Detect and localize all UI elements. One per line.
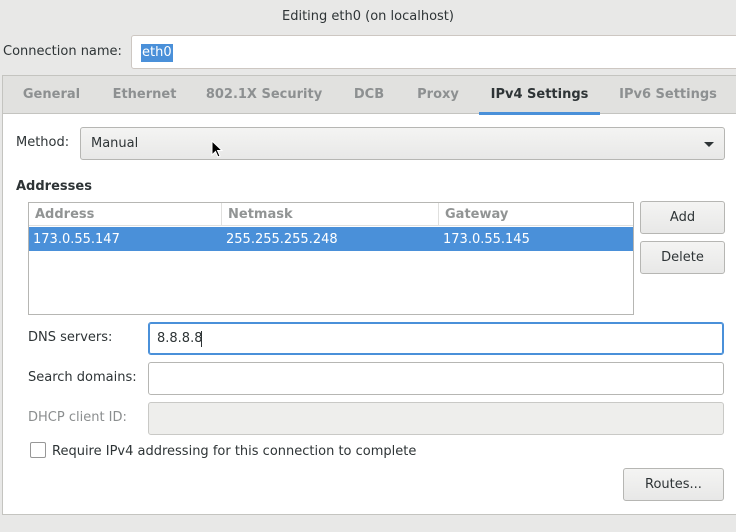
addresses-heading: Addresses xyxy=(16,179,92,194)
dns-servers-input[interactable]: 8.8.8.8 xyxy=(148,322,724,355)
column-header-gateway[interactable]: Gateway xyxy=(445,207,508,222)
chevron-down-icon xyxy=(704,142,714,147)
tab-ipv6-settings[interactable]: IPv6 Settings xyxy=(600,76,736,114)
cell-address: 173.0.55.147 xyxy=(33,232,120,247)
tab-8021x-security[interactable]: 802.1X Security xyxy=(189,76,339,114)
table-row[interactable]: 173.0.55.147 255.255.255.248 173.0.55.14… xyxy=(29,227,633,251)
tab-ethernet[interactable]: Ethernet xyxy=(100,76,189,114)
require-ipv4-label[interactable]: Require IPv4 addressing for this connect… xyxy=(52,444,416,459)
window-title: Editing eth0 (on localhost) xyxy=(0,0,736,33)
text-caret xyxy=(201,331,202,347)
method-dropdown[interactable]: Manual xyxy=(80,127,725,160)
tab-dcb[interactable]: DCB xyxy=(339,76,399,114)
settings-notebook: General Ethernet 802.1X Security DCB Pro… xyxy=(2,75,736,515)
cell-netmask: 255.255.255.248 xyxy=(226,232,338,247)
column-header-netmask[interactable]: Netmask xyxy=(228,207,293,222)
search-domains-label: Search domains: xyxy=(28,370,137,385)
connection-name-row: Connection name: eth0 xyxy=(0,33,736,73)
dhcp-client-id-label: DHCP client ID: xyxy=(28,410,127,425)
dhcp-client-id-input xyxy=(148,402,724,435)
tab-general[interactable]: General xyxy=(3,76,100,114)
window-bottom-edge xyxy=(0,515,736,532)
column-header-address[interactable]: Address xyxy=(35,207,94,222)
search-domains-input[interactable] xyxy=(148,362,724,395)
tab-bar: General Ethernet 802.1X Security DCB Pro… xyxy=(3,76,736,115)
connection-name-input[interactable]: eth0 xyxy=(131,35,736,69)
add-button[interactable]: Add xyxy=(640,201,725,234)
tab-proxy[interactable]: Proxy xyxy=(399,76,477,114)
method-value: Manual xyxy=(91,136,139,151)
delete-button[interactable]: Delete xyxy=(640,241,725,274)
connection-name-label: Connection name: xyxy=(3,44,122,59)
connection-name-value: eth0 xyxy=(141,44,173,62)
routes-button[interactable]: Routes... xyxy=(623,468,724,501)
tab-ipv4-settings[interactable]: IPv4 Settings xyxy=(479,76,600,115)
dns-servers-value: 8.8.8.8 xyxy=(157,331,203,346)
method-label: Method: xyxy=(16,135,70,150)
cell-gateway: 173.0.55.145 xyxy=(443,232,530,247)
dns-servers-label: DNS servers: xyxy=(28,330,113,345)
table-header: Address Netmask Gateway xyxy=(29,203,633,226)
require-ipv4-checkbox[interactable] xyxy=(30,442,46,458)
column-divider xyxy=(438,203,439,226)
mouse-pointer-icon xyxy=(211,140,224,158)
column-divider xyxy=(221,203,222,226)
addresses-table: Address Netmask Gateway 173.0.55.147 255… xyxy=(28,202,634,315)
